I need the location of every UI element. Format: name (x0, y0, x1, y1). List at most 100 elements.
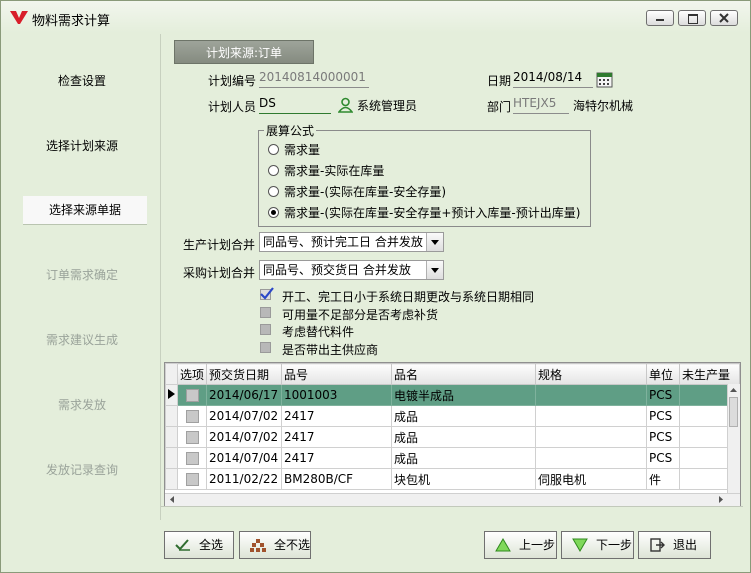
close-button[interactable] (710, 10, 738, 26)
step-demand-release: 需求发放 (57, 398, 106, 412)
date-field[interactable]: 2014/08/14 (513, 70, 593, 88)
scroll-left-icon[interactable] (167, 494, 177, 505)
horizontal-scrollbar[interactable] (165, 493, 740, 506)
arrow-up-icon (495, 538, 511, 552)
table-row[interactable]: 2014/07/02 2417 成品 PCS (165, 426, 740, 448)
table-row[interactable]: 2014/06/17 1001003 电镀半成品 PCS (165, 384, 740, 406)
date-cell: 2014/07/04 (206, 447, 282, 469)
item-name-cell: 成品 (390, 405, 536, 427)
checkbox-substitute[interactable] (260, 324, 271, 335)
minimize-button[interactable] (646, 10, 674, 26)
column-header[interactable]: 未生产量 (678, 363, 740, 385)
step-select-plan-source[interactable]: 选择计划来源 (9, 137, 155, 154)
dept-label: 部门 (487, 100, 512, 114)
unit-cell: PCS (645, 426, 680, 448)
maximize-button[interactable] (678, 10, 706, 26)
item-name-cell: 成品 (390, 447, 536, 469)
row-checkbox[interactable] (185, 431, 199, 444)
dept-field[interactable]: HTEJX5 (513, 96, 569, 114)
select-none-button[interactable]: 全不选 (239, 531, 311, 559)
chevron-down-icon[interactable] (426, 261, 443, 279)
planner-label: 计划人员 (208, 100, 257, 114)
user-icon[interactable] (338, 97, 353, 113)
tab-plan-source-order[interactable]: 计划来源:订单 (174, 40, 314, 64)
scroll-up-icon[interactable] (728, 385, 739, 395)
row-checkbox[interactable] (185, 452, 199, 465)
column-header[interactable]: 单位 (645, 363, 680, 385)
plan-no-field[interactable]: 20140814000001 (259, 70, 369, 88)
formula-option-label: 需求量 (284, 143, 321, 157)
date-cell: 2014/07/02 (206, 426, 282, 448)
item-no-cell: BM280B/CF (281, 468, 392, 490)
spec-cell (534, 405, 647, 427)
row-checkbox-cell[interactable] (176, 405, 208, 427)
main-window: 物料需求计算 检查设置 选择计划来源 选择来源单据 订单需求确定 需求建议生成 … (0, 0, 751, 573)
row-checkbox-cell[interactable] (176, 384, 208, 406)
row-indicator (165, 447, 178, 469)
checkbox-sync-date[interactable] (260, 287, 274, 300)
plan-no-label: 计划编号 (208, 74, 257, 88)
next-step-label: 下一步 (596, 538, 633, 552)
row-indicator (165, 468, 178, 490)
check-icon (260, 287, 274, 300)
status-bar (161, 506, 743, 522)
close-icon (719, 13, 729, 23)
row-checkbox-cell[interactable] (176, 426, 208, 448)
table-row[interactable]: 2014/07/02 2417 成品 PCS (165, 405, 740, 427)
planner-field[interactable]: DS (259, 96, 331, 114)
checkbox-label: 考虑替代料件 (282, 325, 355, 339)
prev-step-button[interactable]: 上一步 (484, 531, 557, 559)
next-step-button[interactable]: 下一步 (561, 531, 634, 559)
column-header[interactable]: 品名 (390, 363, 536, 385)
formula-radio-2[interactable] (268, 165, 279, 176)
item-name-cell: 电镀半成品 (390, 384, 536, 406)
checkbox-main-supplier[interactable] (260, 342, 271, 353)
formula-radio-4[interactable] (268, 207, 279, 218)
table-row[interactable]: 2011/02/22 BM280B/CF 块包机 伺服电机 件 (165, 468, 740, 490)
production-merge-select[interactable]: 同品号、预计完工日 合并发放 (259, 232, 444, 252)
vertical-scrollbar[interactable] (727, 384, 740, 494)
item-no-cell: 1001003 (281, 384, 392, 406)
select-none-label: 全不选 (274, 538, 311, 552)
row-checkbox[interactable] (185, 410, 199, 423)
app-logo-icon (10, 11, 28, 24)
column-header[interactable]: 预交货日期 (206, 363, 282, 385)
formula-option-label: 需求量-实际在库量 (284, 164, 385, 178)
production-merge-label: 生产计划合并 (183, 238, 256, 252)
formula-radio-3[interactable] (268, 186, 279, 197)
formula-option-label: 需求量-(实际在库量-安全存量) (284, 185, 447, 199)
row-checkbox[interactable] (185, 473, 199, 486)
prev-step-label: 上一步 (519, 538, 556, 552)
grid-header-row: 选项 预交货日期 品号 品名 规格 单位 未生产量 (165, 363, 740, 385)
formula-radio-1[interactable] (268, 144, 279, 155)
unit-cell: PCS (645, 384, 680, 406)
step-check-settings[interactable]: 检查设置 (9, 72, 155, 89)
chevron-down-icon[interactable] (426, 233, 443, 251)
purchase-merge-select[interactable]: 同品号、预交货日 合并发放 (259, 260, 444, 280)
unit-cell: PCS (645, 405, 680, 427)
row-indicator (165, 405, 178, 427)
row-checkbox[interactable] (185, 389, 199, 402)
step-demand-suggestion: 需求建议生成 (45, 333, 118, 347)
minimize-icon (656, 19, 664, 21)
row-checkbox-cell[interactable] (176, 468, 208, 490)
step-select-source-docs[interactable]: 选择来源单据 (23, 196, 147, 225)
spec-cell (534, 447, 647, 469)
production-merge-value: 同品号、预计完工日 合并发放 (263, 235, 423, 249)
column-header[interactable]: 选项 (176, 363, 208, 385)
exit-button[interactable]: 退出 (638, 531, 711, 559)
table-row[interactable]: 2014/07/04 2417 成品 PCS (165, 447, 740, 469)
date-cell: 2014/06/17 (206, 384, 282, 406)
spec-cell (534, 384, 647, 406)
select-all-button[interactable]: 全选 (164, 531, 234, 559)
column-header[interactable]: 规格 (534, 363, 647, 385)
select-none-icon (250, 539, 266, 552)
scroll-thumb[interactable] (729, 397, 738, 427)
source-docs-grid: 选项 预交货日期 品号 品名 规格 单位 未生产量 2014/06/17 100… (164, 362, 741, 507)
row-checkbox-cell[interactable] (176, 447, 208, 469)
checkbox-replenish[interactable] (260, 307, 271, 318)
title-bar: 物料需求计算 (1, 1, 750, 33)
column-header[interactable]: 品号 (281, 363, 392, 385)
calendar-icon[interactable] (596, 71, 613, 88)
scroll-right-icon[interactable] (716, 494, 726, 505)
